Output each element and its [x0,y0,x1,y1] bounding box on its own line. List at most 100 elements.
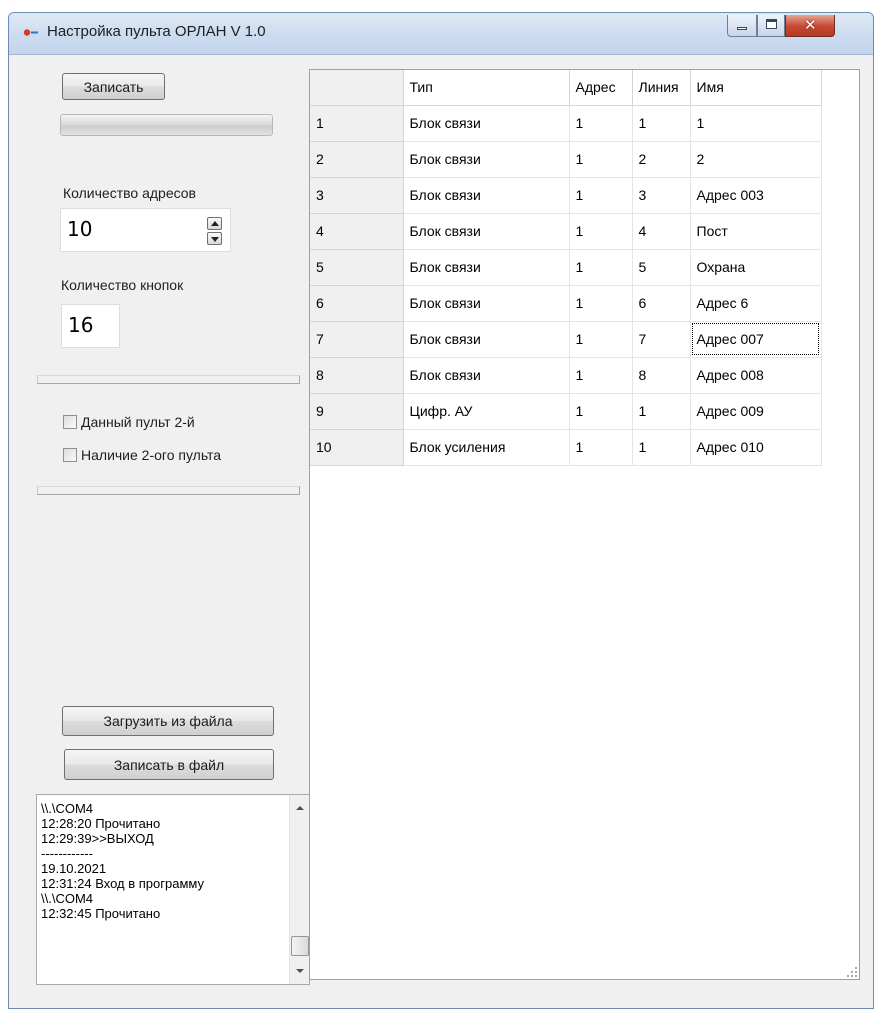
row-number-cell[interactable]: 9 [310,393,404,430]
log-line: ------------ [41,846,93,861]
name-cell[interactable]: Адрес 6 [690,285,822,322]
name-cell[interactable]: Адрес 003 [690,177,822,214]
name-cell[interactable]: Пост [690,213,822,250]
maximize-button[interactable] [757,15,785,37]
address-cell[interactable]: 1 [569,357,633,394]
minimize-button[interactable] [727,15,757,37]
row-number-cell[interactable]: 2 [310,141,404,178]
name-cell[interactable]: 2 [690,141,822,178]
type-cell[interactable]: Блок связи [403,357,570,394]
log-line: 12:28:20 Прочитано [41,816,161,831]
line-cell[interactable]: 5 [632,249,691,286]
log-textarea[interactable]: \\.\COM4 12:28:20 Прочитано 12:29:39>>ВЫХО… [36,794,310,985]
log-line: 12:31:24 Вход в программу [41,876,204,891]
type-cell[interactable]: Блок связи [403,105,570,142]
resize-gripper-icon[interactable] [845,965,859,979]
second-console-checkbox-row[interactable]: Данный пульт 2-й [63,414,195,430]
address-cell[interactable]: 1 [569,213,633,250]
type-cell[interactable]: Блок связи [403,177,570,214]
log-line: \\.\COM4 [41,801,94,816]
table-row[interactable]: 8 Блок связи 1 8 Адрес 008 [310,357,822,394]
table-row[interactable]: 5 Блок связи 1 5 Охрана [310,249,822,286]
row-number-cell[interactable]: 1 [310,105,404,142]
address-cell[interactable]: 1 [569,393,633,430]
addresses-table: Тип Адрес Линия Имя 1 Блок связи 1 1 1 2 Блок … [310,70,822,466]
save-to-file-button[interactable]: Записать в файл [64,749,274,780]
table-row[interactable]: 1 Блок связи 1 1 1 [310,105,822,142]
type-cell[interactable]: Блок связи [403,285,570,322]
scroll-thumb[interactable] [291,936,309,956]
header-type[interactable]: Тип [403,70,570,106]
line-cell[interactable]: 3 [632,177,691,214]
table-row[interactable]: 10 Блок усиления 1 1 Адрес 010 [310,429,822,466]
line-cell[interactable]: 4 [632,213,691,250]
line-cell[interactable]: 7 [632,321,691,358]
scroll-up-icon[interactable] [296,806,304,810]
table-row[interactable]: 7 Блок связи 1 7 Адрес 007 [310,321,822,358]
arrow-up-icon [211,221,219,226]
has-second-console-checkbox[interactable] [63,448,77,462]
address-cell[interactable]: 1 [569,141,633,178]
name-cell[interactable]: Охрана [690,249,822,286]
row-number-cell[interactable]: 5 [310,249,404,286]
type-cell[interactable]: Блок связи [403,249,570,286]
table-row[interactable]: 3 Блок связи 1 3 Адрес 003 [310,177,822,214]
second-console-checkbox[interactable] [63,415,77,429]
table-row[interactable]: 2 Блок связи 1 2 2 [310,141,822,178]
type-cell[interactable]: Блок связи [403,213,570,250]
log-line: \\.\COM4 [41,891,94,906]
name-cell[interactable]: 1 [690,105,822,142]
scroll-down-icon[interactable] [296,969,304,973]
line-cell[interactable]: 2 [632,141,691,178]
log-lines: \\.\COM4 12:28:20 Прочитано 12:29:39>>ВЫХО… [41,801,204,921]
address-cell[interactable]: 1 [569,285,633,322]
table-row[interactable]: 6 Блок связи 1 6 Адрес 6 [310,285,822,322]
address-cell[interactable]: 1 [569,177,633,214]
has-second-console-checkbox-row[interactable]: Наличие 2-ого пульта [63,447,221,463]
write-button[interactable]: Записать [62,73,165,100]
type-cell[interactable]: Цифр. АУ [403,393,570,430]
row-number-cell[interactable]: 7 [310,321,404,358]
header-line[interactable]: Линия [632,70,691,106]
name-cell[interactable]: Адрес 009 [690,393,822,430]
write-progress-bar [60,114,273,136]
type-cell[interactable]: Блок связи [403,321,570,358]
type-cell[interactable]: Блок усиления [403,429,570,466]
line-cell[interactable]: 1 [632,105,691,142]
line-cell[interactable]: 8 [632,357,691,394]
separator-top [37,375,300,384]
load-from-file-button[interactable]: Загрузить из файла [62,706,274,736]
window-title: Настройка пульта ОРЛАН V 1.0 [47,23,266,40]
header-name[interactable]: Имя [690,70,822,106]
addresses-count-input[interactable]: 10 [60,208,231,252]
addresses-spin-down-button[interactable] [207,232,222,245]
row-number-cell[interactable]: 3 [310,177,404,214]
buttons-count-input[interactable]: 16 [61,304,120,348]
line-cell[interactable]: 1 [632,393,691,430]
close-button[interactable]: ✕ [785,15,835,37]
address-cell[interactable]: 1 [569,429,633,466]
row-number-cell[interactable]: 8 [310,357,404,394]
type-cell[interactable]: Блок связи [403,141,570,178]
row-number-cell[interactable]: 4 [310,213,404,250]
table-row[interactable]: 9 Цифр. АУ 1 1 Адрес 009 [310,393,822,430]
line-cell[interactable]: 1 [632,429,691,466]
addresses-grid[interactable]: Тип Адрес Линия Имя 1 Блок связи 1 1 1 2 Блок … [309,69,860,980]
address-cell[interactable]: 1 [569,249,633,286]
address-cell[interactable]: 1 [569,105,633,142]
row-number-cell[interactable]: 6 [310,285,404,322]
app-icon [23,29,38,36]
title-bar[interactable]: Настройка пульта ОРЛАН V 1.0 ✕ [9,13,873,55]
name-cell[interactable]: Адрес 008 [690,357,822,394]
address-cell[interactable]: 1 [569,321,633,358]
name-cell[interactable]: Адрес 010 [690,429,822,466]
table-row[interactable]: 4 Блок связи 1 4 Пост [310,213,822,250]
log-scrollbar[interactable] [289,795,309,984]
log-line: 12:29:39>>ВЫХОД [41,831,154,846]
header-address[interactable]: Адрес [569,70,633,106]
row-number-cell[interactable]: 10 [310,429,404,466]
log-line: 19.10.2021 [41,861,107,876]
name-cell[interactable]: Адрес 007 [690,321,822,358]
line-cell[interactable]: 6 [632,285,691,322]
addresses-spin-up-button[interactable] [207,217,222,230]
